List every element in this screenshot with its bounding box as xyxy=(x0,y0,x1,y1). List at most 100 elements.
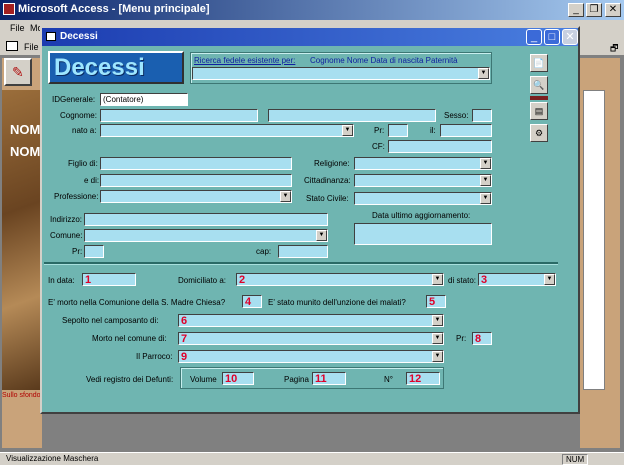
volume-label: Volume xyxy=(190,375,217,384)
n-label: N° xyxy=(384,375,393,384)
nome-field[interactable] xyxy=(268,109,436,122)
pagina-field[interactable]: 11 xyxy=(312,372,346,385)
form-close-button[interactable]: ✕ xyxy=(562,29,578,45)
tools-icon[interactable]: ⚙ xyxy=(530,124,548,142)
section-separator xyxy=(44,262,558,265)
number-8: 8 xyxy=(475,333,482,345)
il-field[interactable] xyxy=(440,124,492,137)
sepolto-combo[interactable]: 6 ▼ xyxy=(178,314,444,327)
domiciliato-label: Domiciliato a: xyxy=(178,276,227,285)
app-titlebar: Microsoft Access - [Menu principale] _ ❐… xyxy=(0,0,624,20)
pencil-icon: ✎ xyxy=(12,64,24,80)
e-di-label: e di: xyxy=(84,176,100,185)
chevron-down-icon[interactable]: ▼ xyxy=(478,68,489,79)
status-text: Visualizzazione Maschera xyxy=(6,454,99,463)
toolbar-file[interactable]: File xyxy=(24,42,39,52)
search-combo[interactable]: ▼ xyxy=(192,67,490,80)
number-1: 1 xyxy=(85,274,92,286)
form-maximize-button[interactable]: □ xyxy=(544,29,560,45)
minimize-button[interactable]: _ xyxy=(568,3,584,17)
find-record-icon[interactable]: 🔍 xyxy=(530,76,548,94)
cf-field[interactable] xyxy=(388,140,492,153)
search-label: Ricerca fedele esistente per: xyxy=(194,56,296,65)
number-10: 10 xyxy=(225,373,238,385)
e-di-field[interactable] xyxy=(100,174,292,187)
parroco-combo[interactable]: 9 ▼ xyxy=(178,350,444,363)
in-data-field[interactable]: 1 xyxy=(82,273,136,286)
nato-a-label: nato a: xyxy=(72,126,97,135)
volume-field[interactable]: 10 xyxy=(222,372,254,385)
cap-label: cap: xyxy=(256,247,272,256)
access-icon xyxy=(3,3,15,15)
figlio-di-field[interactable] xyxy=(100,157,292,170)
menu-file[interactable]: File xyxy=(10,23,25,33)
data-ultimo-field[interactable] xyxy=(354,223,492,245)
indirizzo-field[interactable] xyxy=(84,213,328,226)
chevron-down-icon[interactable]: ▼ xyxy=(280,191,291,202)
pr2-label: Pr: xyxy=(72,247,83,256)
munito-label: E' stato munito dell'unzione dei malati? xyxy=(268,298,406,307)
munito-field[interactable]: 5 xyxy=(426,295,446,308)
print-icon[interactable]: ▤ xyxy=(530,102,548,120)
form-minimize-button[interactable]: _ xyxy=(526,29,542,45)
cognome-field[interactable] xyxy=(100,109,258,122)
cittadinanza-combo[interactable]: ▼ xyxy=(354,174,492,187)
pr3-field[interactable]: 8 xyxy=(472,332,492,345)
side-text-1: NOM xyxy=(10,122,41,137)
chevron-down-icon[interactable]: ▼ xyxy=(432,274,443,285)
cap-field[interactable] xyxy=(278,245,328,258)
pr-field[interactable] xyxy=(388,124,408,137)
chevron-down-icon[interactable]: ▼ xyxy=(480,193,491,204)
app-title: Microsoft Access - [Menu principale] xyxy=(18,3,210,15)
indirizzo-label: Indirizzo: xyxy=(50,215,83,224)
pr2-field[interactable] xyxy=(84,245,104,258)
morto-comunione-field[interactable]: 4 xyxy=(242,295,262,308)
chevron-down-icon[interactable]: ▼ xyxy=(544,274,555,285)
back-form-toolbar-icon[interactable]: ✎ xyxy=(4,58,32,86)
number-4: 4 xyxy=(245,296,252,308)
cittadinanza-label: Cittadinanza: xyxy=(304,176,351,185)
close-button[interactable]: ✕ xyxy=(605,3,621,17)
morto-comune-label: Morto nel comune di: xyxy=(92,334,167,343)
chevron-down-icon[interactable]: ▼ xyxy=(480,175,491,186)
new-record-icon[interactable]: 📄 xyxy=(530,54,548,72)
idgenerale-field[interactable]: (Contatore) xyxy=(100,93,188,106)
chevron-down-icon[interactable]: ▼ xyxy=(316,230,327,241)
parroco-label: Il Parroco: xyxy=(136,352,173,361)
chevron-down-icon[interactable]: ▼ xyxy=(342,125,353,136)
nato-a-combo[interactable]: ▼ xyxy=(100,124,354,137)
cf-label: CF: xyxy=(372,142,385,151)
stato-civile-combo[interactable]: ▼ xyxy=(354,192,492,205)
restore-button[interactable]: ❐ xyxy=(586,3,602,17)
religione-label: Religione: xyxy=(314,159,350,168)
morto-comune-combo[interactable]: 7 ▼ xyxy=(178,332,444,345)
sesso-field[interactable] xyxy=(472,109,492,122)
side-text-2: NOM xyxy=(10,144,41,159)
data-ultimo-label: Data ultimo aggiornamento: xyxy=(372,211,471,220)
sesso-label: Sesso: xyxy=(444,111,469,120)
chevron-down-icon[interactable]: ▼ xyxy=(432,351,443,362)
chevron-down-icon[interactable]: ▼ xyxy=(480,158,491,169)
number-9: 9 xyxy=(181,351,188,363)
number-7: 7 xyxy=(181,333,188,345)
vedi-registro-label: Vedi registro dei Defunti: xyxy=(86,375,174,384)
religione-combo[interactable]: ▼ xyxy=(354,157,492,170)
form-icon-small xyxy=(46,32,56,41)
chevron-down-icon[interactable]: ▼ xyxy=(432,315,443,326)
comune-combo[interactable]: ▼ xyxy=(84,229,328,242)
professione-label: Professione: xyxy=(54,192,99,201)
side-caption: Sullo sfondo xyxy=(2,392,41,399)
cognome-label: Cognome: xyxy=(60,111,97,120)
professione-combo[interactable]: ▼ xyxy=(100,190,292,203)
background-scroll-area xyxy=(583,90,605,390)
n-field[interactable]: 12 xyxy=(406,372,440,385)
il-label: il: xyxy=(430,126,436,135)
restore-small-icon[interactable]: 🗗 xyxy=(610,41,618,57)
form-icon xyxy=(6,41,18,51)
comune-label: Comune: xyxy=(50,231,83,240)
in-data-label: In data: xyxy=(48,276,75,285)
domiciliato-combo[interactable]: 2 ▼ xyxy=(236,273,444,286)
form-title: Decessi xyxy=(60,31,98,42)
di-stato-combo[interactable]: 3 ▼ xyxy=(478,273,556,286)
chevron-down-icon[interactable]: ▼ xyxy=(432,333,443,344)
